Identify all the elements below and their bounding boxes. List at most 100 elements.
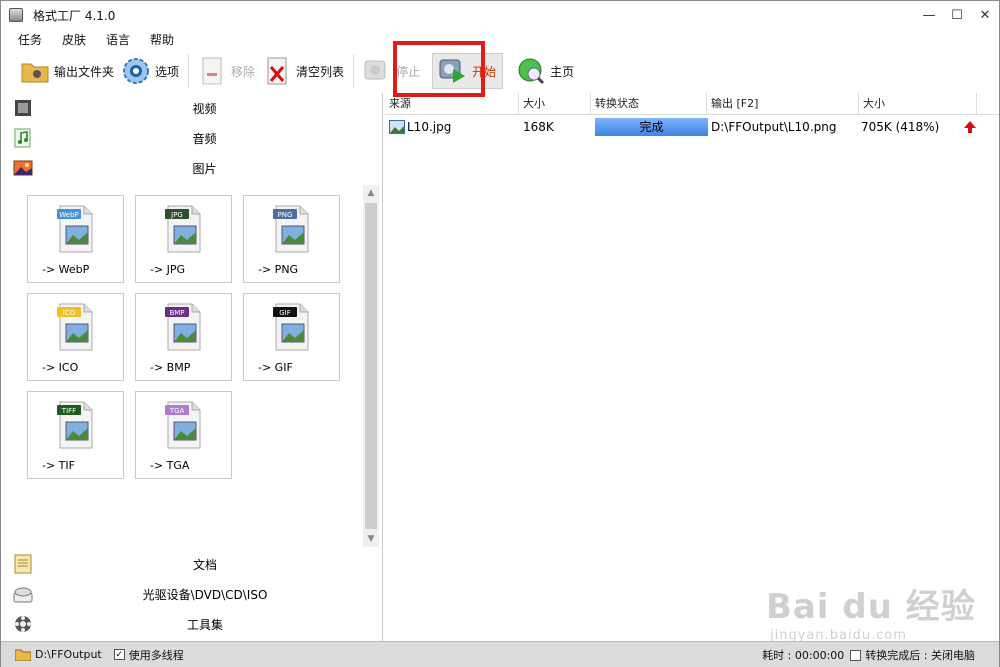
bottom-categories: 文档 光驱设备\DVD\CD\ISO 工具集 <box>1 549 383 639</box>
optical-drive-icon <box>13 587 33 603</box>
category-image[interactable]: 图片 <box>1 153 382 183</box>
maximize-button[interactable]: ☐ <box>943 1 971 29</box>
home-button[interactable]: 主页 <box>513 51 578 91</box>
menu-task[interactable]: 任务 <box>15 31 45 48</box>
multithread-label: 使用多线程 <box>128 648 184 662</box>
file-format-icon: JPG <box>165 205 201 253</box>
file-badge-text: TGA <box>169 407 185 415</box>
menu-skin[interactable]: 皮肤 <box>59 31 89 48</box>
category-optical[interactable]: 光驱设备\DVD\CD\ISO <box>1 579 383 609</box>
file-badge-text: ICO <box>63 309 76 317</box>
audio-note-icon <box>14 128 31 148</box>
multithread-checkbox[interactable]: ✓ <box>113 649 125 660</box>
home-globe-icon <box>517 57 545 85</box>
format-tile-label: -> ICO <box>42 361 79 374</box>
format-tile-label: -> TIF <box>42 459 75 472</box>
format-tile[interactable]: TIFF -> TIF <box>27 391 124 479</box>
file-format-icon: BMP <box>165 303 201 351</box>
file-format-icon: PNG <box>273 205 309 253</box>
status-right: 耗时 : 00:00:00 转换完成后 : 关闭电脑 <box>758 642 975 667</box>
file-format-icon: ICO <box>57 303 93 351</box>
file-badge-text: TIFF <box>61 407 76 415</box>
col-size[interactable]: 大小 <box>519 93 591 114</box>
format-tile-label: -> WebP <box>42 263 90 276</box>
col-source[interactable]: 来源 <box>385 93 519 114</box>
toolbox-reel-icon <box>15 616 31 632</box>
options-gear-icon <box>122 57 150 85</box>
document-icon <box>14 554 32 574</box>
stop-icon <box>363 57 391 85</box>
remove-button[interactable]: 移除 <box>194 51 259 91</box>
category-video[interactable]: 视频 <box>1 93 382 123</box>
image-picture-icon <box>13 160 33 176</box>
format-tile[interactable]: BMP -> BMP <box>135 293 232 381</box>
col-output[interactable]: 输出 [F2] <box>707 93 859 114</box>
image-file-icon <box>389 120 405 134</box>
format-tile-label: -> GIF <box>258 361 293 374</box>
category-document[interactable]: 文档 <box>1 549 383 579</box>
after-done-label: 转换完成后 : 关闭电脑 <box>865 649 975 662</box>
toolbar: 输出文件夹 选项 移除 清空列表 停止 开始 主页 <box>1 49 999 93</box>
format-tile[interactable]: JPG -> JPG <box>135 195 232 283</box>
scroll-up-arrow-icon[interactable]: ▲ <box>363 185 379 201</box>
file-format-icon: WebP <box>57 205 93 253</box>
category-panel: 视频 音频 图片 WebP -> WebP JPG -> JPG PNG -> PNG IC… <box>1 93 383 641</box>
start-button-face[interactable]: 开始 <box>432 53 504 89</box>
output-path[interactable]: D:\FFOutput <box>35 648 102 661</box>
col-output-size[interactable]: 大小 <box>859 93 977 114</box>
clear-list-button[interactable]: 清空列表 <box>259 51 348 91</box>
options-button[interactable]: 选项 <box>118 51 183 91</box>
format-grid: WebP -> WebP JPG -> JPG PNG -> PNG ICO -> ICO BM… <box>1 183 383 549</box>
file-badge-text: JPG <box>170 211 183 219</box>
format-tile[interactable]: PNG -> PNG <box>243 195 340 283</box>
grid-scrollbar[interactable]: ▲ ▼ <box>363 185 379 547</box>
app-logo-icon <box>9 8 23 22</box>
row-output-size-cell: 705K (418%) <box>861 120 940 134</box>
after-done-checkbox[interactable] <box>850 649 862 661</box>
toolbar-separator <box>188 54 190 88</box>
row-source-cell: L10.jpg <box>385 120 519 134</box>
minimize-button[interactable]: — <box>915 1 943 29</box>
elapsed-time: 耗时 : 00:00:00 <box>762 649 845 662</box>
stop-button[interactable]: 停止 <box>359 51 424 91</box>
task-table-header: 来源 大小 转换状态 输出 [F2] 大小 <box>385 93 999 115</box>
file-format-icon: TIFF <box>57 401 93 449</box>
app-window: 格式工厂 4.1.0 — ☐ ✕ 任务 皮肤 语言 帮助 输出文件夹 选项 移除… <box>0 0 1000 667</box>
status-progress-bar: 完成 <box>595 118 708 136</box>
toolbar-separator <box>353 54 355 88</box>
row-output-cell: D:\FFOutput\L10.png <box>711 120 837 134</box>
close-button[interactable]: ✕ <box>971 1 999 29</box>
title-bar: 格式工厂 4.1.0 — ☐ ✕ <box>1 1 999 29</box>
format-tile-label: -> BMP <box>150 361 191 374</box>
file-badge-text: PNG <box>278 211 293 219</box>
row-size-cell: 168K <box>523 120 554 134</box>
output-folder-button[interactable]: 输出文件夹 <box>17 51 118 91</box>
format-tile-label: -> PNG <box>258 263 299 276</box>
format-tile[interactable]: ICO -> ICO <box>27 293 124 381</box>
status-bar: D:\FFOutput ✓ 使用多线程 耗时 : 00:00:00 转换完成后 … <box>1 641 999 667</box>
category-audio[interactable]: 音频 <box>1 123 382 153</box>
scroll-thumb[interactable] <box>365 203 377 529</box>
scroll-down-arrow-icon[interactable]: ▼ <box>363 531 379 547</box>
start-play-icon <box>439 57 467 85</box>
category-toolbox[interactable]: 工具集 <box>1 609 383 639</box>
window-controls: — ☐ ✕ <box>915 1 999 29</box>
format-tile-label: -> JPG <box>150 263 186 276</box>
output-folder-icon[interactable] <box>15 649 31 661</box>
menu-bar: 任务 皮肤 语言 帮助 <box>1 29 999 49</box>
file-badge-text: GIF <box>279 309 291 317</box>
file-badge-text: WebP <box>59 211 78 219</box>
file-format-icon: GIF <box>273 303 309 351</box>
menu-help[interactable]: 帮助 <box>147 31 177 48</box>
table-row[interactable]: L10.jpg 168K 完成 D:\FFOutput\L10.png 705K… <box>385 115 999 139</box>
folder-icon <box>21 57 49 85</box>
red-up-arrow-icon <box>964 121 976 133</box>
format-tile-label: -> TGA <box>150 459 190 472</box>
format-tile[interactable]: GIF -> GIF <box>243 293 340 381</box>
format-tile[interactable]: WebP -> WebP <box>27 195 124 283</box>
row-status-cell: 完成 <box>591 118 708 136</box>
format-tile[interactable]: TGA -> TGA <box>135 391 232 479</box>
menu-language[interactable]: 语言 <box>103 31 133 48</box>
start-button[interactable]: 开始 <box>428 51 507 91</box>
col-status[interactable]: 转换状态 <box>591 93 707 114</box>
